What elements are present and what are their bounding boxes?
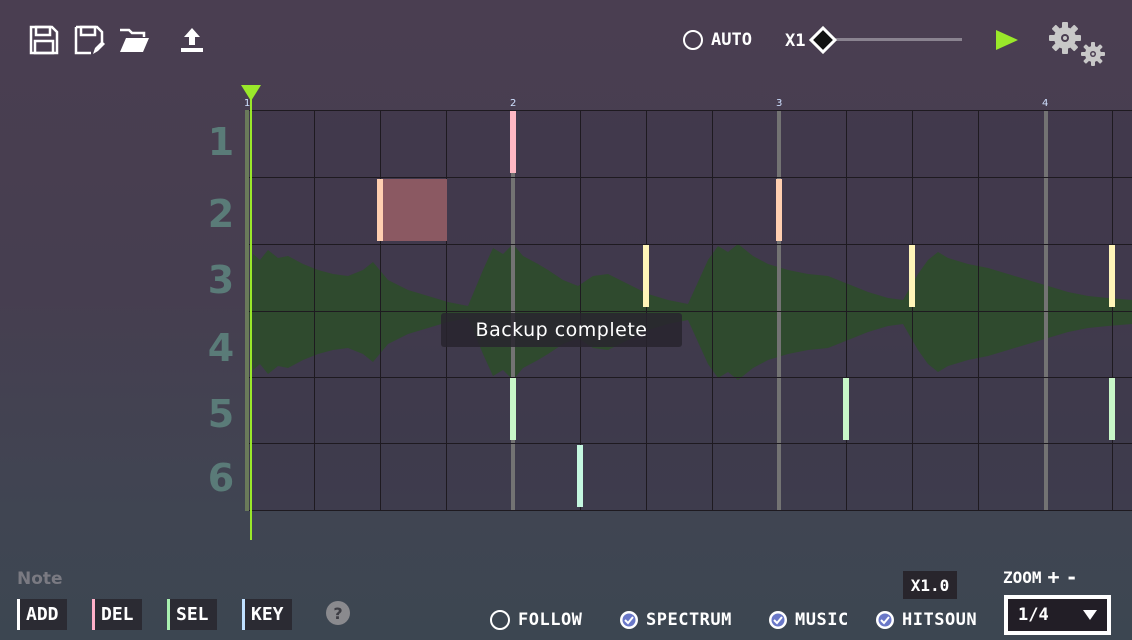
lane-line: [248, 244, 1132, 245]
lane-label: 2: [207, 192, 235, 236]
measure-number: 3: [776, 98, 783, 109]
note[interactable]: [577, 445, 583, 507]
note[interactable]: [377, 179, 383, 241]
settings-button[interactable]: [1046, 20, 1108, 72]
tool-color-bar: [92, 599, 95, 630]
add-tool-button[interactable]: ADD: [17, 599, 67, 630]
check-icon: [878, 613, 892, 627]
speed-slider-handle[interactable]: [808, 25, 838, 55]
delete-tool-button[interactable]: DEL: [92, 599, 142, 630]
grid-left-edge: [245, 110, 249, 511]
open-button[interactable]: [116, 22, 152, 58]
spectrum-option[interactable]: SPECTRUM: [620, 610, 732, 630]
help-button[interactable]: ?: [326, 601, 350, 625]
toast: Backup complete: [441, 313, 682, 347]
lane-label: 1: [207, 120, 235, 164]
chevron-down-icon: [1083, 610, 1097, 620]
note[interactable]: [510, 111, 516, 173]
auto-label: AUTO: [711, 30, 752, 50]
note[interactable]: [776, 179, 782, 241]
save-as-button[interactable]: [71, 22, 107, 58]
save-button[interactable]: [26, 22, 62, 58]
note-selection[interactable]: [381, 179, 447, 241]
select-tool-button[interactable]: SEL: [167, 599, 217, 630]
key-tool-button[interactable]: KEY: [242, 599, 292, 630]
hitsound-label: HITSOUN: [902, 610, 978, 630]
question-icon: ?: [333, 603, 343, 623]
lane-line: [248, 443, 1132, 444]
note[interactable]: [909, 245, 915, 307]
follow-option[interactable]: FOLLOW: [490, 610, 582, 630]
follow-label: FOLLOW: [518, 610, 583, 630]
rate-badge-text: X1.0: [910, 575, 950, 595]
spectrum-checkbox[interactable]: [620, 611, 638, 629]
zoom-out-button[interactable]: -: [1066, 565, 1078, 589]
tool-color-bar: [167, 599, 170, 630]
tool-label: ADD: [26, 604, 59, 625]
lane-line: [248, 510, 1132, 511]
playhead[interactable]: [250, 96, 252, 540]
playhead-marker-icon[interactable]: [241, 85, 261, 101]
note-panel-title: Note: [17, 569, 63, 589]
export-button[interactable]: [174, 22, 210, 58]
measure-number: 4: [1042, 98, 1049, 109]
lane-line: [248, 177, 1132, 178]
upload-icon: [181, 28, 203, 52]
auto-toggle[interactable]: AUTO: [683, 30, 752, 50]
lane-label: 5: [207, 392, 235, 436]
note[interactable]: [1109, 245, 1115, 307]
auto-radio[interactable]: [683, 30, 703, 50]
zoom-in-button[interactable]: +: [1048, 565, 1060, 589]
speed-slider-track[interactable]: [822, 38, 962, 41]
lane-line: [248, 377, 1132, 378]
zoom-header: ZOOM + -: [1003, 565, 1078, 589]
note[interactable]: [1109, 378, 1115, 440]
check-icon: [622, 613, 636, 627]
tool-color-bar: [242, 599, 245, 630]
lane-label: 3: [207, 258, 235, 302]
save-icon: [29, 25, 59, 55]
music-checkbox[interactable]: [769, 611, 787, 629]
note[interactable]: [843, 378, 849, 440]
toast-text: Backup complete: [475, 319, 648, 341]
tool-color-bar: [17, 599, 20, 630]
play-icon: [996, 30, 1018, 50]
play-button[interactable]: [995, 29, 1019, 55]
check-icon: [771, 613, 785, 627]
hitsound-checkbox[interactable]: [876, 611, 894, 629]
speed-label: X1: [785, 31, 806, 51]
measure-number: 2: [510, 98, 517, 109]
zoom-select-value: 1/4: [1018, 605, 1049, 625]
rate-badge: X1.0: [903, 571, 957, 599]
zoom-select[interactable]: 1/4: [1004, 595, 1111, 635]
zoom-label: ZOOM: [1003, 567, 1042, 587]
note[interactable]: [510, 378, 516, 440]
follow-radio[interactable]: [490, 610, 510, 630]
open-folder-icon: [120, 28, 149, 52]
tool-label: DEL: [101, 604, 134, 625]
lane-line: [248, 311, 1132, 312]
lane-label: 6: [207, 456, 235, 500]
gear-icon: [1049, 22, 1105, 66]
note[interactable]: [643, 245, 649, 307]
lane-line: [248, 110, 1132, 111]
tool-label: KEY: [251, 604, 284, 625]
spectrum-label: SPECTRUM: [646, 610, 732, 630]
save-as-icon: [74, 25, 105, 55]
hitsound-option[interactable]: HITSOUN: [876, 610, 977, 630]
tool-label: SEL: [176, 604, 209, 625]
music-option[interactable]: MUSIC: [769, 610, 849, 630]
lane-label: 4: [207, 326, 235, 370]
music-label: MUSIC: [795, 610, 849, 630]
